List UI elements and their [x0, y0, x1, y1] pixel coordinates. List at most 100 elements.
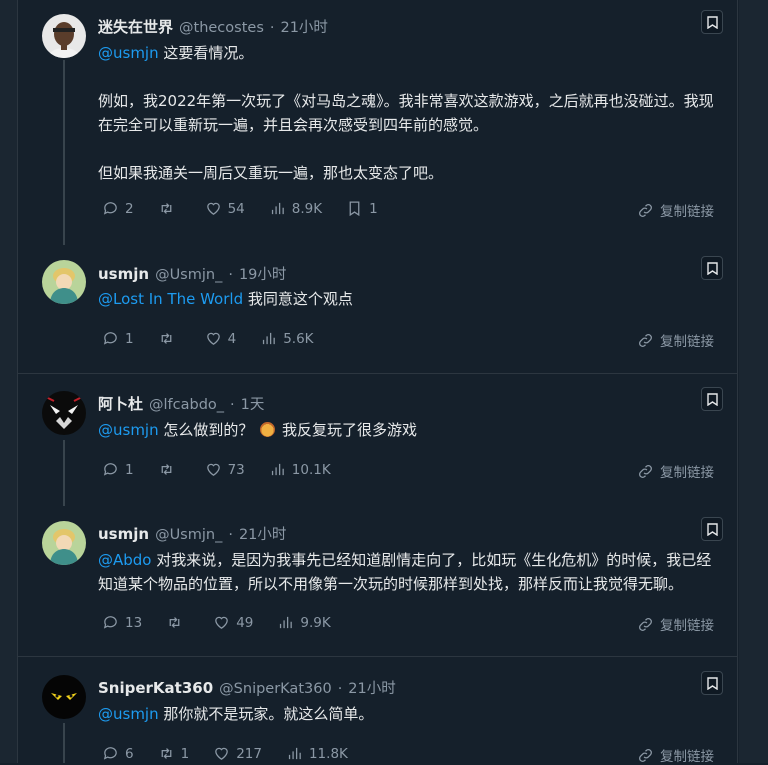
retweet-button[interactable]: [158, 200, 181, 217]
mention-link[interactable]: @usmjn: [98, 705, 159, 723]
thread-line: [63, 440, 65, 506]
retweet-button[interactable]: 1: [158, 745, 190, 762]
view-count: 10.1K: [291, 461, 331, 478]
link-icon: [639, 333, 652, 347]
retweet-button[interactable]: [166, 614, 189, 631]
post-header: usmjn @Usmjn_ · 21小时: [98, 523, 286, 544]
copy-link-button[interactable]: 复制链接: [637, 461, 714, 481]
post-text-line: 怎么做到的？: [163, 421, 254, 439]
bookmark-button[interactable]: [701, 387, 723, 411]
display-name[interactable]: SniperKat360: [98, 679, 213, 697]
copy-link-button[interactable]: 复制链接: [637, 614, 714, 634]
like-button[interactable]: 73: [205, 461, 245, 478]
views-button[interactable]: 5.6K: [260, 330, 314, 347]
display-name[interactable]: 迷失在世界: [98, 16, 173, 37]
reply-feed: 迷失在世界 @thecostes · 21小时 @usmjn 这要看情况。 例如…: [17, 0, 738, 765]
post-header: usmjn @Usmjn_ · 19小时: [98, 263, 286, 284]
display-name[interactable]: usmjn: [98, 265, 149, 283]
bookmark-icon: [706, 522, 718, 536]
views-icon: [271, 463, 284, 476]
link-icon: [639, 748, 652, 762]
copy-link-button[interactable]: 复制链接: [637, 200, 714, 220]
user-handle[interactable]: @lfcabdo_: [149, 397, 224, 413]
copy-link-button[interactable]: 复制链接: [637, 330, 714, 350]
avatar[interactable]: [42, 14, 86, 58]
bookmark-button[interactable]: [701, 10, 723, 34]
timestamp[interactable]: 21小时: [280, 16, 327, 37]
bookmark-icon: [349, 201, 360, 217]
display-name[interactable]: usmjn: [98, 525, 149, 543]
mention-link[interactable]: @usmjn: [98, 44, 159, 62]
post-header: 阿卜杜 @lfcabdo_ · 1天: [98, 393, 264, 414]
heart-icon: [206, 463, 220, 476]
timestamp[interactable]: 1天: [241, 393, 265, 414]
divider: [18, 656, 738, 657]
pleading-face-emoji-icon: [260, 422, 276, 437]
user-handle[interactable]: @SniperKat360: [219, 681, 332, 697]
mention-link[interactable]: @Abdo: [98, 551, 151, 569]
mention-link[interactable]: @usmjn: [98, 421, 159, 439]
display-name[interactable]: 阿卜杜: [98, 393, 143, 414]
copy-link-button[interactable]: 复制链接: [637, 745, 714, 765]
retweet-button[interactable]: [158, 461, 181, 478]
bookmark-icon: [706, 15, 718, 29]
like-button[interactable]: 49: [213, 614, 253, 631]
link-icon: [639, 617, 652, 631]
like-button[interactable]: 4: [205, 330, 236, 347]
separator-dot: ·: [269, 20, 275, 36]
retweet-count: 1: [180, 745, 190, 762]
post-header: SniperKat360 @SniperKat360 · 21小时: [98, 677, 396, 698]
views-icon: [271, 202, 284, 215]
like-count: 73: [227, 461, 245, 478]
avatar[interactable]: [42, 260, 86, 304]
reply-count: 1: [125, 330, 134, 347]
separator-dot: ·: [230, 397, 235, 413]
mention-link[interactable]: @Lost In The World: [98, 290, 243, 308]
reply-button[interactable]: 1: [102, 330, 134, 347]
avatar[interactable]: [42, 521, 86, 565]
reply-button[interactable]: 2: [102, 200, 134, 217]
views-button[interactable]: 9.9K: [277, 614, 331, 631]
reply-button[interactable]: 1: [102, 461, 134, 478]
reply-icon: [103, 747, 117, 760]
reply-count: 13: [125, 614, 143, 631]
retweet-button[interactable]: [158, 330, 181, 347]
bookmark-button[interactable]: [701, 256, 723, 280]
views-icon: [280, 616, 293, 629]
heart-icon: [206, 202, 220, 215]
timestamp[interactable]: 21小时: [348, 677, 395, 698]
reply-icon: [103, 332, 117, 345]
user-handle[interactable]: @Usmjn_: [155, 267, 222, 283]
bookmark-icon: [706, 392, 718, 406]
bookmark-icon: [706, 676, 718, 690]
views-button[interactable]: 11.8K: [286, 745, 348, 762]
views-button[interactable]: 8.9K: [269, 200, 322, 217]
like-count: 49: [236, 614, 254, 631]
retweet-icon: [169, 617, 180, 628]
views-button[interactable]: 10.1K: [269, 461, 331, 478]
post-text-line: 我反复玩了很多游戏: [281, 421, 417, 439]
timestamp[interactable]: 19小时: [239, 263, 286, 284]
separator-dot: ·: [337, 681, 343, 697]
user-handle[interactable]: @Usmjn_: [155, 527, 222, 543]
bookmark-button[interactable]: [701, 517, 723, 541]
like-count: 217: [236, 745, 262, 762]
post-text: @Lost In The World 我同意这个观点: [98, 287, 718, 311]
post-text-line: 我同意这个观点: [247, 290, 353, 308]
like-button[interactable]: 54: [205, 200, 245, 217]
timestamp[interactable]: 21小时: [239, 523, 286, 544]
bookmark-button[interactable]: [701, 671, 723, 695]
reply-button[interactable]: 6: [102, 745, 134, 762]
user-handle[interactable]: @thecostes: [179, 20, 264, 36]
reply-button[interactable]: 13: [102, 614, 142, 631]
like-button[interactable]: 217: [213, 745, 262, 762]
heart-icon: [206, 332, 220, 345]
avatar[interactable]: [42, 391, 86, 435]
view-count: 9.9K: [300, 614, 331, 631]
right-margin: [739, 0, 768, 763]
bookmark-count-button[interactable]: 1: [346, 200, 378, 217]
avatar[interactable]: [42, 675, 86, 719]
thread-line: [63, 723, 65, 763]
reply-count: 2: [125, 200, 134, 217]
post-text-line: 那你就不是玩家。就这么简单。: [163, 705, 374, 723]
